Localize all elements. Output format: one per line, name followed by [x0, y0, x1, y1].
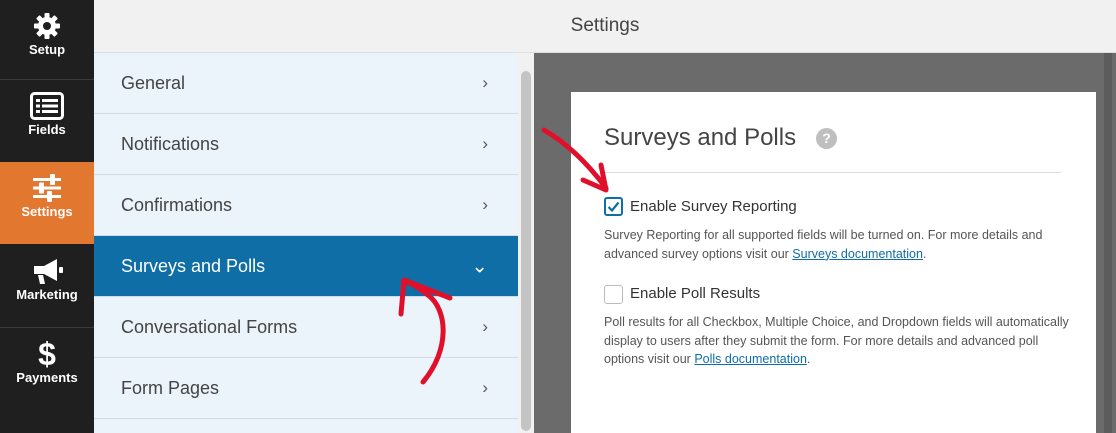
nav-settings-label: Settings: [21, 204, 73, 219]
survey-reporting-label[interactable]: Enable Survey Reporting: [630, 198, 797, 215]
chevron-down-icon: ⌄: [471, 255, 488, 278]
form-fields-icon: [30, 90, 64, 122]
section-label: Confirmations: [121, 194, 233, 215]
section-form-pages[interactable]: Form Pages ›: [94, 358, 518, 419]
section-label: General: [121, 72, 186, 93]
chevron-right-icon: ›: [482, 73, 488, 92]
survey-desc-end: .: [922, 246, 927, 261]
section-label: Surveys and Polls: [121, 255, 266, 276]
poll-results-description: Poll results for all Checkbox, Multiple …: [604, 313, 1074, 369]
nav-setup[interactable]: Setup: [0, 0, 94, 82]
nav-marketing-label: Marketing: [16, 287, 78, 302]
chevron-right-icon: ›: [482, 195, 488, 214]
poll-desc-end: .: [806, 352, 811, 366]
section-confirmations[interactable]: Confirmations ›: [94, 175, 518, 236]
settings-section-list: General › Notifications › Confirmations …: [94, 53, 518, 433]
poll-results-label[interactable]: Enable Poll Results: [630, 285, 760, 302]
survey-reporting-description: Survey Reporting for all supported field…: [604, 226, 1074, 263]
surveys-polls-card: Surveys and Polls ? Enable Survey Report…: [571, 92, 1096, 433]
card-title: Surveys and Polls: [604, 124, 797, 151]
section-notifications[interactable]: Notifications ›: [94, 114, 518, 175]
nav-settings[interactable]: Settings: [0, 162, 94, 244]
nav-payments[interactable]: $ Payments: [0, 328, 94, 410]
scrollbar-thumb[interactable]: [521, 71, 531, 431]
section-surveys-and-polls[interactable]: Surveys and Polls ⌄: [94, 236, 518, 297]
section-general[interactable]: General ›: [94, 53, 518, 114]
section-label: Form Pages: [121, 377, 220, 398]
chevron-right-icon: ›: [482, 378, 488, 397]
surveys-documentation-link[interactable]: Surveys documentation: [792, 247, 923, 261]
nav-marketing[interactable]: Marketing: [0, 245, 94, 327]
dollar-icon: $: [38, 335, 56, 372]
section-label: Conversational Forms: [121, 316, 298, 337]
section-list-scrollbar[interactable]: [518, 53, 534, 433]
nav-fields-label: Fields: [28, 122, 66, 137]
scrollbar-thumb[interactable]: [1104, 53, 1112, 433]
survey-reporting-checkbox[interactable]: [604, 197, 623, 216]
preview-scrollbar[interactable]: [1100, 53, 1116, 433]
checkmark-icon: [607, 201, 620, 213]
sliders-icon: [32, 172, 62, 204]
page-title: Settings: [570, 15, 640, 36]
builder-sidebar: Setup Fields Settings Marketing $ Paymen…: [0, 0, 94, 433]
polls-documentation-link[interactable]: Polls documentation: [694, 352, 807, 366]
section-label: Notifications: [121, 133, 220, 154]
section-conversational-forms[interactable]: Conversational Forms ›: [94, 297, 518, 358]
gear-icon: [32, 10, 62, 42]
nav-setup-label: Setup: [28, 42, 66, 57]
nav-payments-label: Payments: [16, 370, 78, 385]
top-header: Settings: [94, 0, 1116, 53]
nav-fields[interactable]: Fields: [0, 80, 94, 162]
title-divider: [604, 172, 1061, 173]
settings-content-area: Surveys and Polls ? Enable Survey Report…: [534, 53, 1116, 433]
chevron-right-icon: ›: [482, 317, 488, 336]
poll-desc-text: Poll results for all Checkbox, Multiple …: [604, 315, 1069, 366]
chevron-right-icon: ›: [482, 134, 488, 153]
megaphone-icon: [30, 255, 64, 287]
poll-results-checkbox[interactable]: [604, 285, 623, 304]
help-icon[interactable]: ?: [816, 128, 837, 149]
